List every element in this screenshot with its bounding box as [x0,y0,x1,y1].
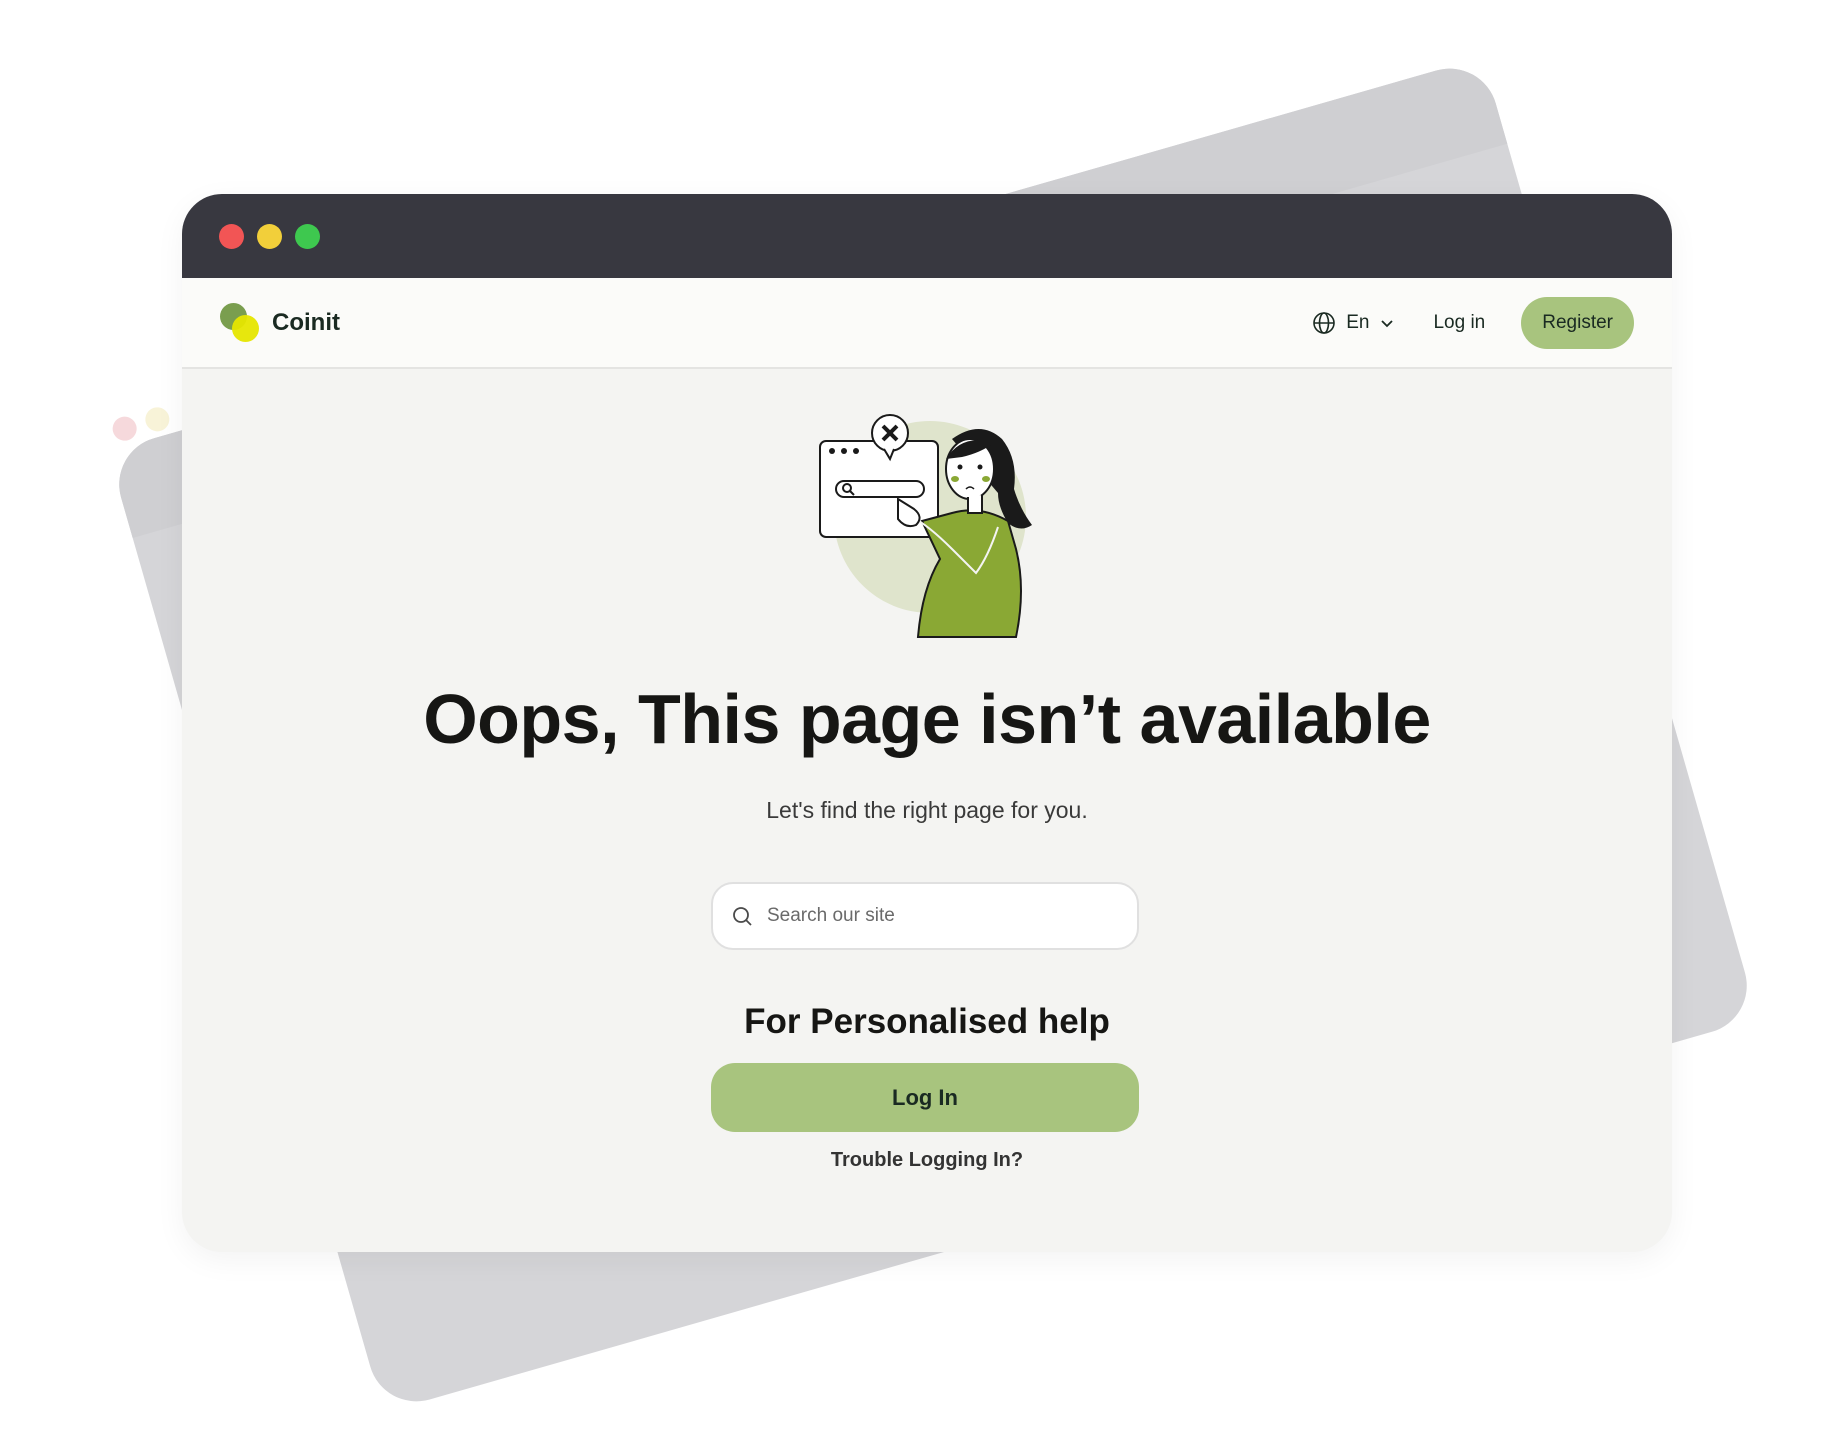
site-search-box[interactable] [711,882,1139,950]
page-subheadline: Let's find the right page for you. [766,797,1088,823]
language-selector[interactable]: En [1312,311,1395,335]
page-not-found-illustration [819,414,1032,638]
brand-name: Coinit [272,308,340,336]
login-button[interactable]: Log In [711,1063,1139,1132]
search-input[interactable] [765,904,1109,928]
maximize-window-dot[interactable] [295,223,320,249]
register-button[interactable]: Register [1521,296,1634,349]
help-section-title: For Personalised help [744,1002,1110,1041]
globe-icon [1313,311,1336,334]
main-content: Oops, This page isn’t available Let's fi… [182,369,1672,1252]
language-label: En [1346,311,1370,333]
brand-logo[interactable]: Coinit [220,302,340,343]
top-navbar: Coinit En Log in Register [182,278,1672,369]
nav-actions: En Log in Register [1312,296,1634,349]
browser-window: Coinit En Log in Register Oops, This pag… [182,194,1672,1252]
close-window-dot[interactable] [219,223,244,249]
trouble-logging-in-link[interactable]: Trouble Logging In? [182,1149,1672,1172]
search-icon [733,907,752,926]
page-headline: Oops, This page isn’t available [423,680,1431,758]
chevron-down-icon [1381,319,1394,327]
minimize-window-dot[interactable] [257,223,282,249]
header-login-link[interactable]: Log in [1433,312,1485,334]
window-titlebar [182,194,1672,278]
coinit-logo-icon [220,302,260,343]
